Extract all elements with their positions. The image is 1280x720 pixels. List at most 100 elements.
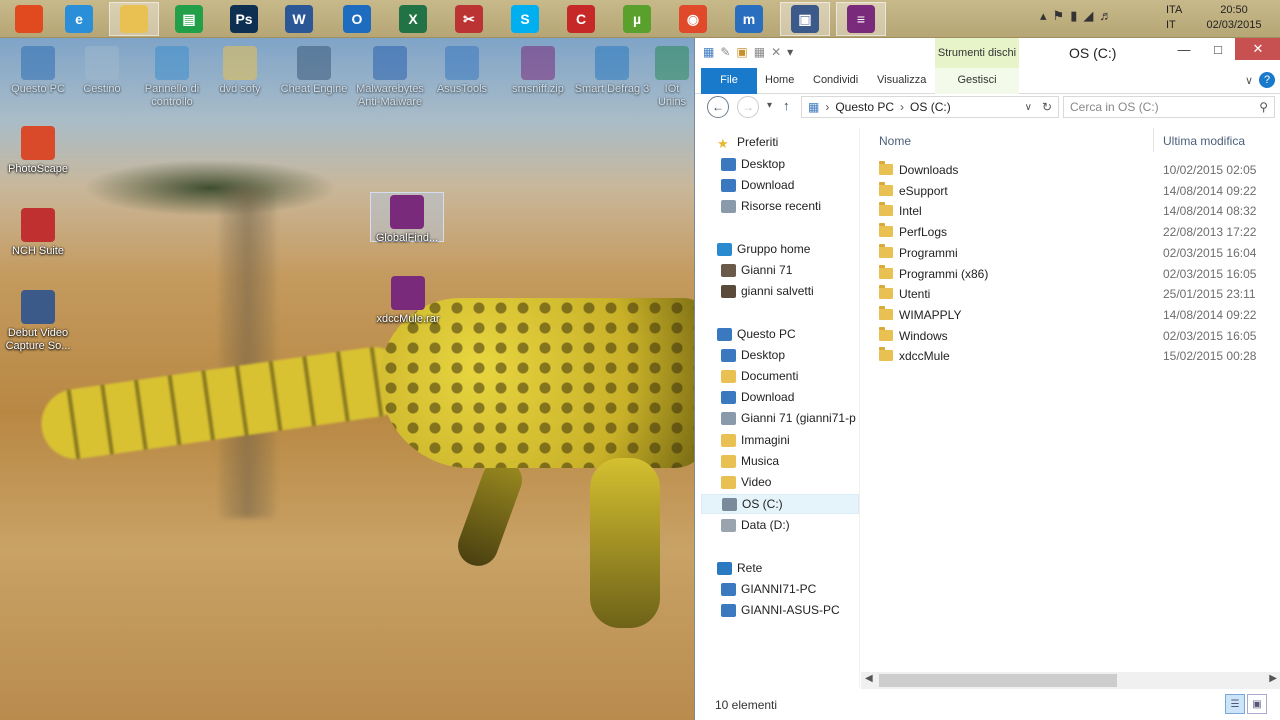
nav-item[interactable]: Gianni 71 (gianni71-p (701, 408, 859, 428)
file-row[interactable]: Utenti 25/01/2015 23:11 (873, 284, 1280, 304)
column-header-modified[interactable]: Ultima modifica (1163, 134, 1245, 148)
taskbar-app[interactable]: µ (612, 2, 662, 36)
address-bar[interactable]: ▦ › Questo PC › OS (C:) ∨ ↻ (801, 96, 1059, 118)
desktop-icon[interactable]: PhotoScape (0, 126, 76, 176)
taskbar-app[interactable] (4, 2, 54, 36)
nav-item[interactable]: Download (701, 387, 859, 407)
tab-file[interactable]: File (701, 68, 757, 94)
nav-item[interactable]: GIANNI71-PC (701, 579, 859, 599)
nav-item[interactable]: Gruppo home (701, 239, 859, 259)
expand-ribbon-icon[interactable]: ∨ (1245, 74, 1253, 87)
refresh-icon[interactable]: ↻ (1042, 100, 1058, 114)
taskbar-app[interactable]: e (54, 2, 104, 36)
nav-item[interactable]: Gianni 71 (701, 260, 859, 280)
network-signal-icon[interactable]: ◢ (1083, 8, 1093, 24)
nav-item[interactable]: Rete (701, 558, 859, 578)
flag-icon[interactable]: ⚑ (1053, 8, 1065, 24)
taskbar-app[interactable]: ✂ (444, 2, 494, 36)
taskbar-app[interactable]: X (388, 2, 438, 36)
file-row[interactable]: Programmi 02/03/2015 16:04 (873, 243, 1280, 263)
breadcrumb-this-pc[interactable]: Questo PC (835, 100, 894, 114)
scroll-left-icon[interactable]: ◀ (865, 673, 873, 684)
customize-qat-icon[interactable]: ▾ (787, 45, 793, 59)
up-button[interactable]: ↑ (783, 98, 790, 113)
taskbar-app[interactable]: ▤ (164, 2, 214, 36)
desktop-icon[interactable]: Cestino (64, 46, 140, 96)
nav-item[interactable]: ★ Preferiti (701, 132, 859, 152)
file-row[interactable]: WIMAPPLY 14/08/2014 09:22 (873, 305, 1280, 325)
file-row[interactable]: Programmi (x86) 02/03/2015 16:05 (873, 264, 1280, 284)
nav-item[interactable]: Download (701, 175, 859, 195)
taskbar-app[interactable]: S (500, 2, 550, 36)
desktop-icon[interactable]: Malwarebytes Anti-Malware (352, 46, 428, 109)
file-row[interactable]: eSupport 14/08/2014 09:22 (873, 181, 1280, 201)
file-row[interactable]: PerfLogs 22/08/2013 17:22 (873, 222, 1280, 242)
desktop-icon[interactable]: NCH Suite (0, 208, 76, 258)
desktop-icon[interactable]: Pannello di controllo (134, 46, 210, 109)
language-indicator[interactable]: ITA IT (1166, 3, 1182, 33)
tab-manage[interactable]: Gestisci (935, 68, 1019, 94)
desktop-icon[interactable]: Cheat Engine (276, 46, 352, 96)
desktop-icon[interactable]: GlobalFind... (370, 192, 444, 244)
details-view-icon[interactable]: ☰ (1225, 694, 1245, 714)
new-folder-icon[interactable]: ▣ (736, 45, 747, 59)
nav-item[interactable]: Questo PC (701, 324, 859, 344)
nav-item[interactable]: Immagini (701, 430, 859, 450)
nav-item[interactable]: Documenti (701, 366, 859, 386)
desktop-icon[interactable]: smsniff.zip (500, 46, 576, 96)
properties-icon[interactable]: ✎ (720, 45, 730, 59)
nav-item[interactable]: Video (701, 472, 859, 492)
taskbar-app[interactable]: ◉ (668, 2, 718, 36)
volume-icon[interactable]: ♬ (1099, 8, 1112, 24)
taskbar-app[interactable]: O (332, 2, 382, 36)
taskbar-app[interactable]: ▣ (780, 2, 830, 36)
pane-divider[interactable] (859, 128, 860, 688)
taskbar-app[interactable]: C (556, 2, 606, 36)
desktop-icon[interactable]: dvd sofy (202, 46, 278, 96)
nav-item[interactable]: GIANNI-ASUS-PC (701, 600, 859, 620)
forward-button[interactable]: → (737, 96, 759, 118)
nav-item[interactable]: OS (C:) (701, 494, 859, 514)
rename-icon[interactable]: ▦ (754, 45, 765, 59)
nav-item[interactable]: Desktop (701, 345, 859, 365)
desktop-icon[interactable]: AsusTools (424, 46, 500, 96)
show-hidden-icons-icon[interactable]: ▴ (1040, 8, 1047, 24)
taskbar-app[interactable]: Ps (219, 2, 269, 36)
column-header-name[interactable]: Nome (879, 134, 911, 148)
taskbar-app[interactable]: m (724, 2, 774, 36)
nav-item[interactable]: Musica (701, 451, 859, 471)
file-row[interactable]: xdccMule 15/02/2015 00:28 (873, 346, 1280, 366)
column-separator[interactable] (1153, 128, 1154, 152)
file-row[interactable]: Windows 02/03/2015 16:05 (873, 326, 1280, 346)
search-input[interactable]: Cerca in OS (C:) ⚲ (1063, 96, 1275, 118)
recent-locations-icon[interactable]: ▾ (767, 100, 772, 111)
close-button[interactable]: ✕ (1235, 38, 1280, 60)
scrollbar-thumb[interactable] (879, 674, 1117, 687)
battery-icon[interactable]: ▮ (1070, 8, 1077, 24)
desktop-icon[interactable]: IOt Unins (650, 46, 694, 109)
scroll-right-icon[interactable]: ▶ (1269, 673, 1277, 684)
file-row[interactable]: Downloads 10/02/2015 02:05 (873, 160, 1280, 180)
horizontal-scrollbar[interactable]: ◀ ▶ (861, 672, 1280, 689)
taskbar-app[interactable] (109, 2, 159, 36)
back-button[interactable]: ← (707, 96, 729, 118)
tab-view[interactable]: Visualizza (877, 68, 926, 94)
title-bar[interactable]: ▦ ✎ ▣ ▦ ✕ ▾ Strumenti dischi OS (C:) — □… (695, 38, 1280, 68)
clock[interactable]: 20:50 02/03/2015 (1202, 3, 1266, 33)
breadcrumb-os-c[interactable]: OS (C:) (910, 100, 951, 114)
large-icons-view-icon[interactable]: ▣ (1247, 694, 1267, 714)
explorer-app-icon[interactable]: ▦ (703, 45, 714, 59)
maximize-button[interactable]: □ (1201, 38, 1235, 60)
file-row[interactable]: Intel 14/08/2014 08:32 (873, 201, 1280, 221)
nav-item[interactable]: Risorse recenti (701, 196, 859, 216)
taskbar-app[interactable]: ≡ (836, 2, 886, 36)
minimize-button[interactable]: — (1167, 38, 1201, 60)
delete-icon[interactable]: ✕ (771, 45, 781, 59)
nav-item[interactable]: Desktop (701, 154, 859, 174)
tab-share[interactable]: Condividi (813, 68, 858, 94)
tab-home[interactable]: Home (765, 68, 794, 94)
desktop-icon[interactable]: Debut Video Capture So... (0, 290, 76, 353)
nav-item[interactable]: gianni salvetti (701, 281, 859, 301)
nav-item[interactable]: Data (D:) (701, 515, 859, 535)
taskbar-app[interactable]: W (274, 2, 324, 36)
